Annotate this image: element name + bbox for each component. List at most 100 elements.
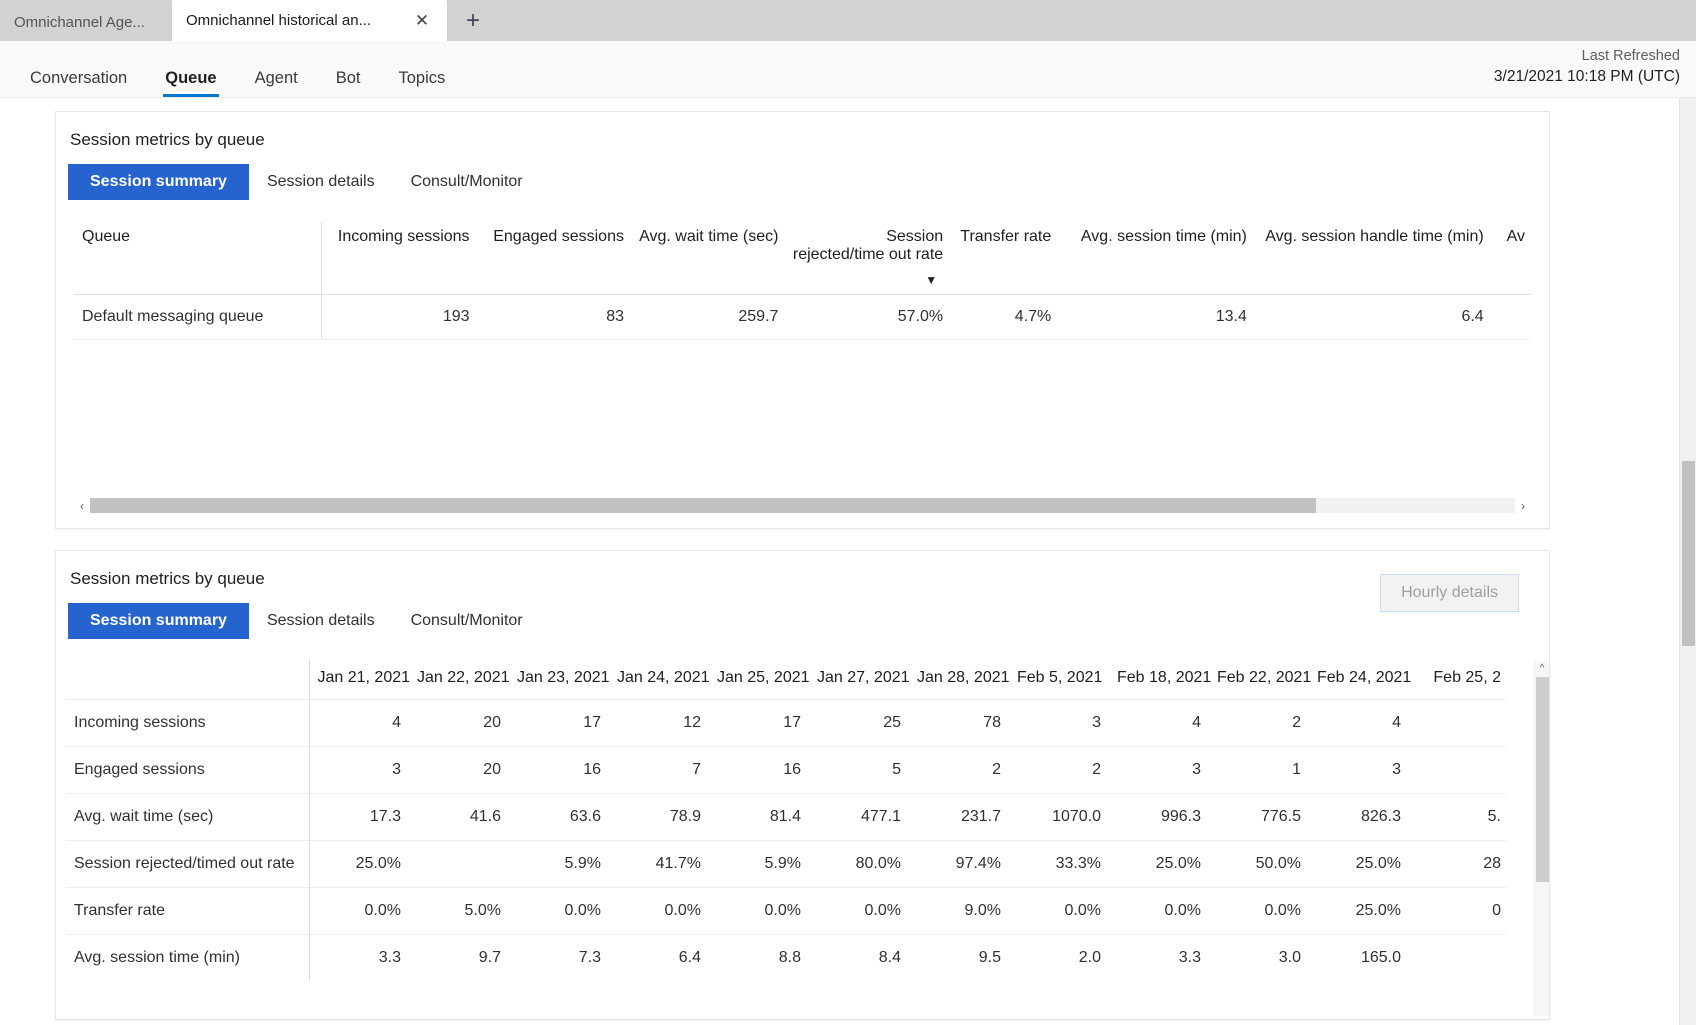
scroll-up-icon[interactable]: ^ (1535, 661, 1549, 675)
cell: 3 (1092, 714, 1101, 731)
scrollbar-track[interactable] (90, 498, 1515, 513)
table-row[interactable]: Incoming sessions 4 20 17 12 17 25 78 3 … (66, 699, 1506, 747)
col-date-10[interactable]: Feb 24, 2021 (1309, 659, 1411, 700)
cell: 16 (583, 761, 601, 778)
tab-bot[interactable]: Bot (334, 69, 363, 98)
cell-engaged-sessions: 83 (475, 294, 630, 340)
table-row[interactable]: Engaged sessions 3 20 16 7 16 5 2 2 3 1 (66, 746, 1506, 794)
browser-tab-title: Omnichannel Age... (14, 14, 145, 31)
cell: 41.7% (655, 855, 701, 872)
row-label: Avg. session time (min) (66, 934, 310, 981)
cell (1409, 700, 1506, 747)
daily-metrics-table: Jan 21, 2021 Jan 22, 2021 Jan 23, 2021 J… (66, 659, 1506, 981)
row-label: Avg. wait time (sec) (66, 793, 310, 841)
scroll-left-icon[interactable]: ‹ (74, 497, 90, 514)
pivot-consult-monitor[interactable]: Consult/Monitor (393, 164, 541, 200)
col-date-1[interactable]: Jan 22, 2021 (409, 659, 510, 700)
session-metrics-by-queue-card-top: Session metrics by queue Session summary… (55, 111, 1550, 529)
col-date-6[interactable]: Jan 28, 2021 (909, 659, 1010, 700)
cell: 0.0% (764, 902, 801, 919)
pivot-session-details[interactable]: Session details (249, 164, 393, 200)
pivot-list: Session summary Session details Consult/… (56, 589, 1549, 639)
col-avg-session-time[interactable]: Avg. session time (min) (1057, 222, 1253, 295)
report-content: Session metrics by queue Session summary… (0, 98, 1664, 1025)
horizontal-scrollbar[interactable]: ‹ › (74, 497, 1531, 514)
nav-tab-list: Conversation Queue Agent Bot Topics (0, 41, 481, 97)
sort-descending-icon[interactable]: ▼ (925, 274, 937, 286)
page-vertical-scrollbar[interactable] (1679, 98, 1696, 1025)
scrollbar-thumb[interactable] (1536, 677, 1549, 882)
browser-tab-active[interactable]: Omnichannel historical an... ✕ (172, 0, 447, 41)
table-row[interactable]: Session rejected/timed out rate 25.0% 5.… (66, 840, 1506, 888)
new-tab-icon[interactable]: + (455, 3, 491, 39)
cell: 81.4 (769, 808, 801, 825)
col-label: Session rejected/time out rate (792, 228, 944, 263)
cell: 3.3 (378, 949, 401, 966)
pivot-consult-monitor[interactable]: Consult/Monitor (393, 603, 541, 639)
table-row[interactable]: Avg. session time (min) 3.3 9.7 7.3 6.4 … (66, 934, 1506, 981)
cell: 8.8 (778, 949, 801, 966)
col-date-2[interactable]: Jan 23, 2021 (509, 659, 610, 700)
col-avg-session-handle-time[interactable]: Avg. session handle time (min) (1252, 222, 1490, 295)
cell: 25.0% (1355, 855, 1401, 872)
cell: 826.3 (1360, 808, 1401, 825)
cell: 996.3 (1160, 808, 1201, 825)
tab-conversation[interactable]: Conversation (28, 69, 129, 98)
cell: 7 (692, 761, 701, 778)
cell: 5.0% (464, 902, 501, 919)
col-date-0[interactable]: Jan 21, 2021 (309, 659, 411, 700)
daily-metrics-vertical-scrollbar[interactable]: ^ (1534, 661, 1549, 1016)
cell: 9.7 (478, 949, 501, 966)
col-partial-next[interactable]: Av (1489, 222, 1531, 295)
cell: 20 (483, 714, 501, 731)
col-date-11[interactable]: Feb 25, 2 (1409, 659, 1506, 700)
cell: 80.0% (855, 855, 901, 872)
col-date-8[interactable]: Feb 18, 2021 (1109, 659, 1211, 700)
hourly-details-button[interactable]: Hourly details (1380, 574, 1519, 612)
tab-topics[interactable]: Topics (397, 69, 448, 98)
cell: 25 (883, 714, 901, 731)
tab-queue[interactable]: Queue (163, 69, 219, 98)
col-avg-wait-time[interactable]: Avg. wait time (sec) (629, 222, 785, 295)
cell (409, 841, 509, 888)
cell: 0.0% (1264, 902, 1301, 919)
cell-avg-session-time: 13.4 (1057, 294, 1253, 340)
cell: 63.6 (569, 808, 601, 825)
cell: 4 (392, 714, 401, 731)
tab-agent[interactable]: Agent (253, 69, 300, 98)
cell: 25.0% (1155, 855, 1201, 872)
cell: 0.0% (364, 902, 401, 919)
browser-tab-strip: Omnichannel Age... Omnichannel historica… (0, 0, 1696, 41)
col-date-4[interactable]: Jan 25, 2021 (709, 659, 810, 700)
last-refreshed: Last Refreshed 3/21/2021 10:18 PM (UTC) (1494, 47, 1680, 87)
col-transfer-rate[interactable]: Transfer rate (949, 222, 1058, 295)
cell: 16 (783, 761, 801, 778)
table-row[interactable]: Avg. wait time (sec) 17.3 41.6 63.6 78.9… (66, 793, 1506, 841)
browser-tab-inactive[interactable]: Omnichannel Age... (0, 4, 172, 41)
cell: 0 (1492, 902, 1501, 919)
col-queue[interactable]: Queue (74, 222, 322, 295)
pivot-session-summary[interactable]: Session summary (68, 164, 249, 200)
cell-queue-name: Default messaging queue (74, 294, 322, 340)
cell: 0.0% (1164, 902, 1201, 919)
cell: 9.5 (978, 949, 1001, 966)
col-date-3[interactable]: Jan 24, 2021 (609, 659, 710, 700)
table-row[interactable]: Transfer rate 0.0% 5.0% 0.0% 0.0% 0.0% 0… (66, 887, 1506, 935)
col-engaged-sessions[interactable]: Engaged sessions (475, 222, 630, 295)
table-row[interactable]: Default messaging queue 193 83 259.7 57.… (74, 294, 1531, 340)
page-scrollbar-thumb[interactable] (1682, 461, 1695, 646)
cell: 50.0% (1255, 855, 1301, 872)
col-date-5[interactable]: Jan 27, 2021 (809, 659, 910, 700)
col-date-7[interactable]: Feb 5, 2021 (1009, 659, 1109, 700)
pivot-session-details[interactable]: Session details (249, 603, 393, 639)
col-session-rejected-rate[interactable]: Session rejected/time out rate ▼ (784, 222, 950, 295)
close-icon[interactable]: ✕ (411, 10, 433, 32)
cell: 33.3% (1055, 855, 1101, 872)
scrollbar-thumb[interactable] (90, 498, 1316, 513)
scroll-right-icon[interactable]: › (1515, 497, 1531, 514)
cell-partial-next (1489, 294, 1531, 340)
pivot-session-summary[interactable]: Session summary (68, 603, 249, 639)
app-nav-bar: Conversation Queue Agent Bot Topics Last… (0, 41, 1696, 98)
col-incoming-sessions[interactable]: Incoming sessions (321, 222, 476, 295)
col-date-9[interactable]: Feb 22, 2021 (1209, 659, 1311, 700)
